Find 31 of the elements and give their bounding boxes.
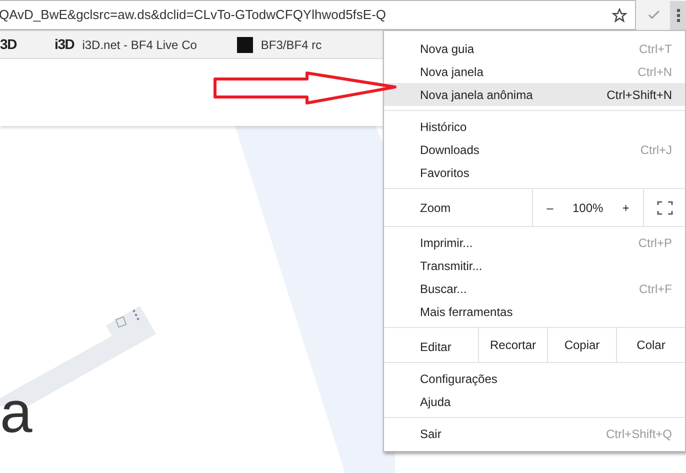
menu-item[interactable]: Mais ferramentas — [384, 300, 685, 323]
menu-item[interactable]: Buscar... Ctrl+F — [384, 277, 685, 300]
menu-item[interactable]: Transmitir... — [384, 254, 685, 277]
site-logo: 3D — [0, 35, 16, 54]
site-logo: i3D — [54, 35, 74, 54]
edit-action-button[interactable]: Colar — [616, 328, 685, 362]
menu-item[interactable]: Favoritos — [384, 161, 685, 184]
heading-fragment: a — [0, 384, 32, 442]
menu-item[interactable]: Sair Ctrl+Shift+Q — [384, 422, 685, 445]
menu-item[interactable]: Configurações — [384, 367, 685, 390]
zoom-label: Zoom — [419, 200, 452, 216]
edit-label: Editar — [419, 338, 452, 356]
zoom-out-button[interactable]: – — [538, 198, 562, 216]
zoom-in-button[interactable]: + — [614, 198, 638, 216]
menu-item[interactable]: Imprimir... Ctrl+P — [384, 231, 685, 254]
menu-item[interactable]: Nova guia Ctrl+T — [384, 37, 685, 60]
menu-item[interactable]: Histórico — [384, 115, 685, 138]
star-icon[interactable] — [612, 8, 627, 22]
menu-button[interactable] — [670, 0, 686, 30]
menu-item[interactable]: Downloads Ctrl+J — [384, 138, 685, 161]
menu-item[interactable]: Nova janela anônima Ctrl+Shift+N — [384, 83, 685, 106]
menu-item[interactable]: Nova janela Ctrl+N — [384, 60, 685, 83]
checkmark-icon[interactable] — [648, 10, 660, 20]
fullscreen-icon[interactable] — [656, 200, 672, 214]
site-thumbnail-icon — [236, 36, 253, 52]
bookmark-link[interactable]: BF3/BF4 rc — [260, 36, 346, 54]
edit-action-button[interactable]: Recortar — [478, 328, 547, 362]
edit-action-button[interactable]: Copiar — [547, 328, 616, 362]
menu-item[interactable]: Ajuda — [384, 390, 685, 413]
zoom-value: 100% — [572, 200, 604, 216]
bookmark-link[interactable]: i3D.net - BF4 Live Co — [82, 36, 221, 54]
